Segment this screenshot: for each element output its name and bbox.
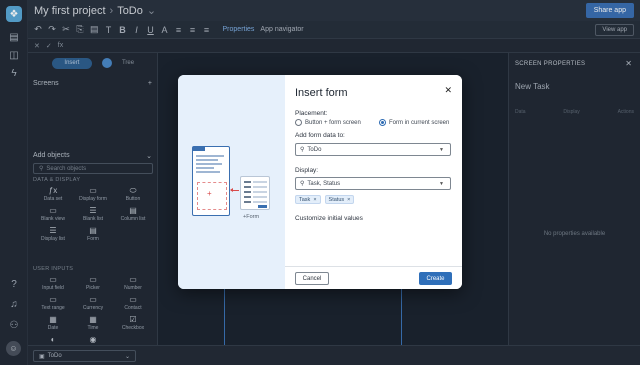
- display-label: Display:: [295, 167, 319, 174]
- radio-form-current-screen[interactable]: Form in current screen: [379, 119, 449, 126]
- close-icon[interactable]: ✕: [444, 85, 452, 96]
- radio-label: Form in current screen: [389, 119, 450, 126]
- dialog-title: Insert form: [295, 87, 348, 99]
- chip-label: Task: [299, 196, 311, 203]
- create-button[interactable]: Create: [419, 272, 452, 285]
- placement-label: Placement:: [295, 110, 328, 117]
- chip-task[interactable]: Task ×: [295, 195, 321, 204]
- display-fields-value: Task, Status: [307, 180, 341, 187]
- radio-button-form-screen[interactable]: Button + form screen: [295, 119, 361, 126]
- radio-off-icon: [295, 119, 302, 126]
- radio-label: Button + form screen: [305, 119, 361, 126]
- insert-form-dialog: + +Form Insert form ✕ Placement: Button …: [178, 75, 462, 289]
- search-icon: ⚲: [300, 181, 305, 187]
- chip-label: Status: [328, 196, 345, 203]
- illustration-caption: +Form: [243, 214, 260, 220]
- remove-chip-icon[interactable]: ×: [313, 197, 316, 203]
- chip-status[interactable]: Status ×: [324, 195, 355, 204]
- form-illustration: [240, 176, 270, 210]
- add-data-label: Add form data to:: [295, 132, 345, 139]
- cancel-button[interactable]: Cancel: [295, 272, 329, 285]
- data-source-select[interactable]: ⚲ ToDo ▼: [295, 143, 451, 156]
- phone-illustration: +: [192, 146, 230, 216]
- data-source-value: ToDo: [307, 146, 322, 153]
- caret-down-icon: ▼: [439, 146, 444, 153]
- display-chips: Task × Status ×: [295, 195, 355, 204]
- arrow-left-icon: [230, 188, 239, 192]
- dialog-content: Insert form ✕ Placement: Button + form s…: [285, 75, 462, 289]
- display-fields-select[interactable]: ⚲ Task, Status ▼: [295, 177, 451, 190]
- dialog-footer-divider: [285, 266, 462, 267]
- radio-on-icon: [379, 119, 386, 126]
- search-icon: ⚲: [300, 147, 305, 153]
- dialog-illustration-panel: + +Form: [178, 75, 285, 289]
- remove-chip-icon[interactable]: ×: [347, 197, 350, 203]
- customize-initial-values-link[interactable]: Customize initial values: [295, 215, 363, 222]
- caret-down-icon: ▼: [439, 180, 444, 187]
